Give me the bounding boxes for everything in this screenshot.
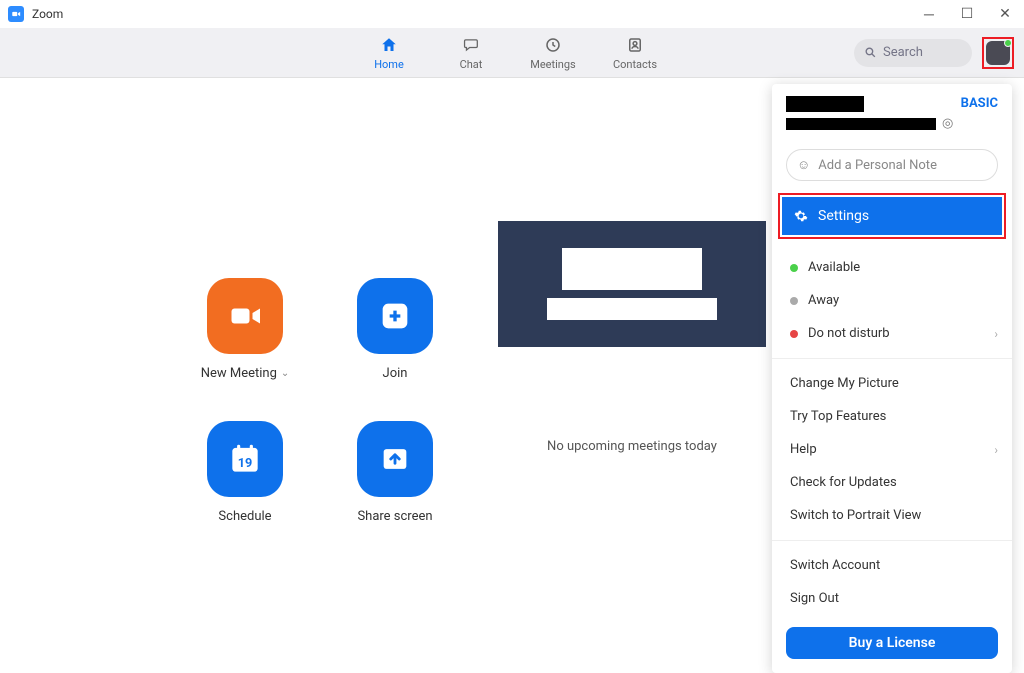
share-icon <box>378 442 412 476</box>
right-panel-header <box>498 221 766 347</box>
menu-change-picture-label: Change My Picture <box>790 376 899 391</box>
buy-license-button[interactable]: Buy a License <box>786 627 998 659</box>
tab-home-label: Home <box>374 58 404 71</box>
action-schedule: 19 Schedule <box>190 421 300 524</box>
tab-chat-label: Chat <box>460 58 483 71</box>
tab-meetings[interactable]: Meetings <box>525 35 581 71</box>
smiley-icon: ☺ <box>797 157 810 173</box>
menu-help[interactable]: Help › <box>772 433 1012 466</box>
clock-icon <box>544 35 562 55</box>
away-status-icon <box>790 297 798 305</box>
profile-header: ◎ BASIC <box>772 84 1012 141</box>
main-content: New Meeting ⌄ Join <box>0 78 1024 602</box>
plus-icon <box>379 300 411 332</box>
tab-home[interactable]: Home <box>361 35 417 71</box>
app-title: Zoom <box>32 7 63 21</box>
new-meeting-button[interactable] <box>207 278 283 354</box>
share-screen-button[interactable] <box>357 421 433 497</box>
menu-check-updates[interactable]: Check for Updates <box>772 466 1012 499</box>
schedule-button[interactable]: 19 <box>207 421 283 497</box>
redacted-name <box>786 96 864 112</box>
avatar-highlight <box>982 37 1014 69</box>
status-away-label: Away <box>808 293 839 308</box>
tab-contacts[interactable]: Contacts <box>607 35 663 71</box>
eye-icon[interactable]: ◎ <box>942 116 953 131</box>
status-dnd-label: Do not disturb <box>808 326 890 341</box>
menu-help-label: Help <box>790 442 817 457</box>
settings-label: Settings <box>818 208 869 224</box>
personal-note-placeholder: Add a Personal Note <box>818 158 937 173</box>
action-share-screen: Share screen <box>340 421 450 524</box>
right-panel: No upcoming meetings today <box>498 221 766 621</box>
search-input[interactable]: Search <box>854 39 972 67</box>
contacts-icon <box>626 35 644 55</box>
join-button[interactable] <box>357 278 433 354</box>
chevron-right-icon: › <box>994 443 998 457</box>
zoom-app-icon <box>8 6 24 22</box>
tab-contacts-label: Contacts <box>613 58 657 71</box>
menu-try-features[interactable]: Try Top Features <box>772 400 1012 433</box>
chat-icon <box>462 35 480 55</box>
share-screen-label: Share screen <box>357 509 432 524</box>
menu-change-picture[interactable]: Change My Picture <box>772 367 1012 400</box>
calendar-icon: 19 <box>226 440 264 478</box>
titlebar: Zoom ─ ☐ ✕ <box>0 0 1024 28</box>
home-icon <box>380 35 398 55</box>
menu-sign-out-label: Sign Out <box>790 591 839 606</box>
profile-dropdown: ◎ BASIC ☺ Add a Personal Note Settings A… <box>772 84 1012 673</box>
redacted-block <box>547 298 717 320</box>
action-join: Join <box>340 278 450 381</box>
menu-switch-account-label: Switch Account <box>790 558 880 573</box>
menu-switch-account[interactable]: Switch Account <box>772 549 1012 582</box>
divider <box>772 540 1012 541</box>
toolbar: Home Chat Meetings Contacts Search <box>0 28 1024 78</box>
new-meeting-label: New Meeting <box>201 366 277 381</box>
schedule-label: Schedule <box>218 509 271 524</box>
gear-icon <box>794 209 808 223</box>
menu-sign-out[interactable]: Sign Out <box>772 582 1012 615</box>
settings-item[interactable]: Settings <box>782 197 1002 235</box>
status-available-label: Available <box>808 260 860 275</box>
nav-tabs: Home Chat Meetings Contacts <box>361 35 663 71</box>
status-dnd[interactable]: Do not disturb › <box>772 317 1012 350</box>
minimize-button[interactable]: ─ <box>910 0 948 28</box>
divider <box>772 358 1012 359</box>
video-icon <box>227 298 263 334</box>
dnd-status-icon <box>790 330 798 338</box>
join-label: Join <box>383 366 408 381</box>
menu-switch-portrait-label: Switch to Portrait View <box>790 508 921 523</box>
search-icon <box>864 46 877 59</box>
window-controls: ─ ☐ ✕ <box>910 0 1024 28</box>
menu-check-updates-label: Check for Updates <box>790 475 897 490</box>
menu-try-features-label: Try Top Features <box>790 409 886 424</box>
maximize-button[interactable]: ☐ <box>948 0 986 28</box>
status-away[interactable]: Away <box>772 284 1012 317</box>
tab-chat[interactable]: Chat <box>443 35 499 71</box>
available-status-icon <box>790 264 798 272</box>
settings-highlight: Settings <box>778 193 1006 239</box>
buy-license-label: Buy a License <box>849 635 936 651</box>
tab-meetings-label: Meetings <box>530 58 575 71</box>
svg-text:19: 19 <box>238 456 253 471</box>
personal-note-input[interactable]: ☺ Add a Personal Note <box>786 149 998 181</box>
redacted-block <box>562 248 702 290</box>
chevron-right-icon: › <box>994 327 998 341</box>
action-new-meeting: New Meeting ⌄ <box>190 278 300 381</box>
quick-actions: New Meeting ⌄ Join <box>0 78 500 602</box>
menu-switch-portrait[interactable]: Switch to Portrait View <box>772 499 1012 532</box>
redacted-email <box>786 118 936 130</box>
no-upcoming-text: No upcoming meetings today <box>498 439 766 454</box>
toolbar-right: Search <box>854 37 1014 69</box>
chevron-down-icon[interactable]: ⌄ <box>281 368 289 379</box>
profile-avatar[interactable] <box>986 41 1010 65</box>
account-badge: BASIC <box>961 96 998 111</box>
status-available[interactable]: Available <box>772 251 1012 284</box>
search-placeholder: Search <box>883 45 923 60</box>
status-dot-icon <box>1004 39 1012 47</box>
close-button[interactable]: ✕ <box>986 0 1024 28</box>
